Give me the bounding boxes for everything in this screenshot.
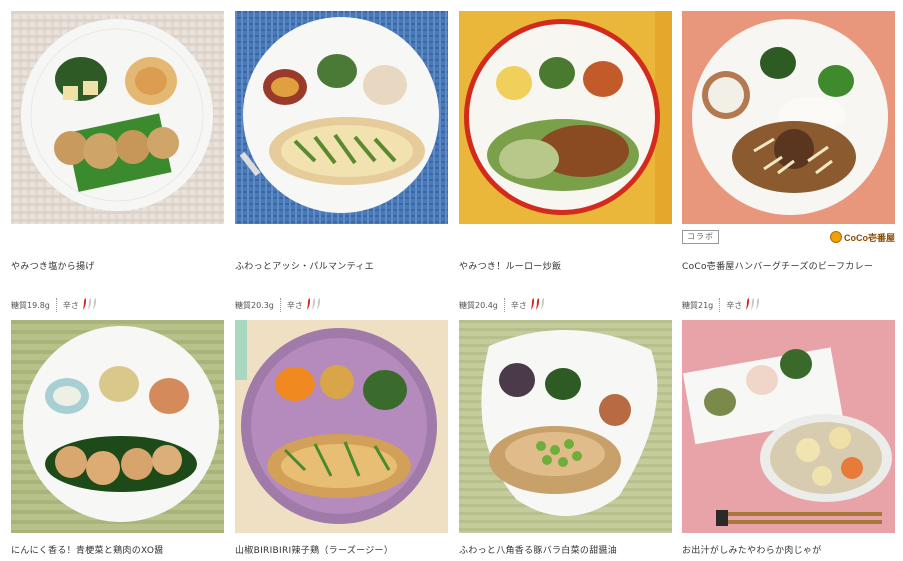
product-title[interactable]: CoCo壱番屋ハンバーグチーズのビーフカレー [682, 260, 895, 274]
product-photo[interactable] [235, 320, 448, 533]
product-photo[interactable] [682, 320, 895, 533]
tag-row: コラボ CoCo壱番屋 [682, 230, 895, 246]
product-title[interactable]: お出汁がしみたやわらか肉じゃが [682, 544, 895, 558]
collab-tag: コラボ [682, 230, 719, 244]
product-photo[interactable] [235, 11, 448, 224]
spice-rating [82, 298, 97, 312]
spice-rating [745, 298, 760, 312]
product-title[interactable]: やみつき塩から揚げ [11, 260, 224, 274]
product-photo[interactable] [682, 11, 895, 224]
product-photo[interactable] [11, 320, 224, 533]
chili-pepper-icon [756, 298, 760, 310]
chili-pepper-icon [540, 298, 544, 310]
divider [503, 298, 505, 312]
spice-label: 辛さ [510, 300, 527, 310]
sugar-content: 糖質19.8g [11, 300, 50, 310]
divider [279, 298, 281, 312]
spice-label: 辛さ [286, 300, 303, 310]
product-photo[interactable] [459, 320, 672, 533]
product-title[interactable]: にんにく香る！青梗菜と鶏肉のXO醤 [11, 544, 224, 558]
product-title[interactable]: やみつき！ルーロー炒飯 [459, 260, 672, 274]
product-meta: 糖質21g 辛さ [682, 298, 760, 312]
product-title[interactable]: ふわっとアッシ・パルマンティエ [235, 260, 448, 274]
spice-rating [530, 298, 545, 312]
spice-label: 辛さ [62, 300, 79, 310]
product-photo[interactable] [459, 11, 672, 224]
brand-name: CoCo壱番屋 [844, 232, 895, 243]
product-photo[interactable] [11, 11, 224, 224]
product-title[interactable]: ふわっと八角香る豚バラ白菜の甜醤油 [459, 544, 672, 558]
product-meta: 糖質20.3g 辛さ [235, 298, 321, 312]
product-title[interactable]: 山椒BIRIBIRI辣子鶏（ラーズージー） [235, 544, 448, 558]
chili-pepper-icon [316, 298, 320, 310]
sugar-content: 糖質20.3g [235, 300, 274, 310]
product-meta: 糖質20.4g 辛さ [459, 298, 545, 312]
divider [719, 298, 721, 312]
product-meta: 糖質19.8g 辛さ [11, 298, 97, 312]
brand-mark-icon [830, 231, 842, 243]
spice-label: 辛さ [726, 300, 743, 310]
sugar-content: 糖質20.4g [459, 300, 498, 310]
spice-rating [306, 298, 321, 312]
brand-logo: CoCo壱番屋 [830, 230, 895, 244]
divider [55, 298, 57, 312]
chili-pepper-icon [92, 298, 96, 310]
sugar-content: 糖質21g [682, 300, 714, 310]
